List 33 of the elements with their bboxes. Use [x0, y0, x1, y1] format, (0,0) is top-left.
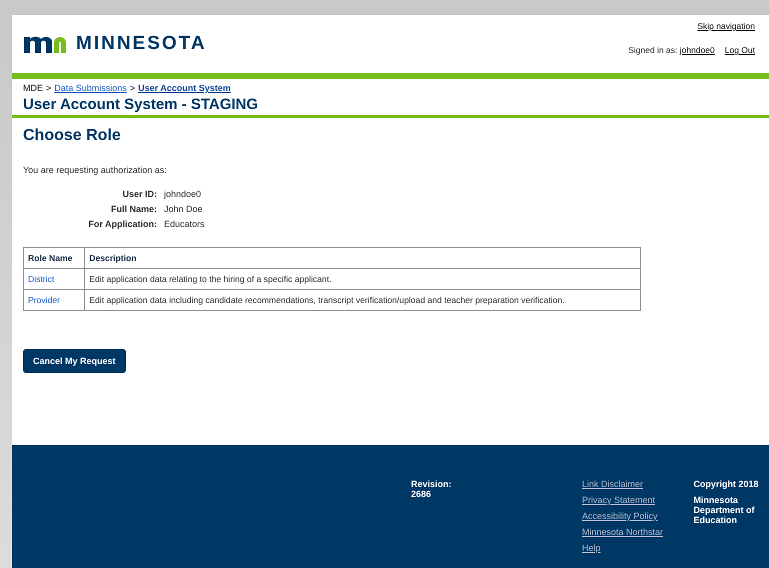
signed-in-label: Signed in as: johndoe0 [628, 45, 715, 55]
logout-link[interactable]: Log Out [724, 45, 755, 55]
footer-link[interactable]: Help [582, 543, 694, 553]
footer-link[interactable]: Privacy Statement [582, 495, 694, 505]
copyright-text: Copyright 2018 [693, 479, 760, 489]
breadcrumb-separator: > [46, 83, 52, 93]
breadcrumb-link[interactable]: User Account System [138, 83, 231, 93]
column-header: Description [84, 248, 640, 268]
organization-name: Minnesota Department of Education [693, 495, 756, 525]
detail-label: For Application: [87, 219, 157, 229]
breadcrumb-link[interactable]: Data Submissions [54, 83, 127, 93]
table-cell: Edit application data relating to the hiring of a specific applicant. [84, 268, 640, 290]
footer-link[interactable]: Accessibility Policy [582, 511, 694, 521]
skip-navigation-link[interactable]: Skip navigation [697, 21, 755, 31]
revision-text: Revision: 2686 [411, 479, 452, 499]
footer-link[interactable]: Minnesota Northstar [582, 527, 694, 537]
detail-label: User ID: [121, 189, 157, 199]
detail-value: johndoe0 [164, 189, 202, 199]
detail-label: Full Name: [110, 204, 157, 214]
app-title: User Account System - STAGING [22, 95, 260, 115]
table-cell: Edit application data including candidate recommendations, transcript verification/upload and teacher preparation verification. [84, 290, 640, 310]
column-header: Role Name [24, 248, 85, 268]
detail-value: John Doe [164, 204, 204, 214]
intro-text: You are requesting authorization as: [23, 165, 168, 175]
footer-link[interactable]: Link Disclaimer [582, 479, 694, 489]
cancel-request-button[interactable]: Cancel My Request [23, 349, 126, 373]
breadcrumb-root: MDE [23, 83, 43, 93]
username-link[interactable]: johndoe0 [680, 45, 715, 55]
page-title: Choose Role [23, 127, 122, 145]
logo-text: MINNESOTA [76, 33, 207, 55]
logo-icon [24, 35, 66, 53]
breadcrumb-separator: > [130, 83, 136, 93]
detail-value: Educators [164, 219, 206, 229]
